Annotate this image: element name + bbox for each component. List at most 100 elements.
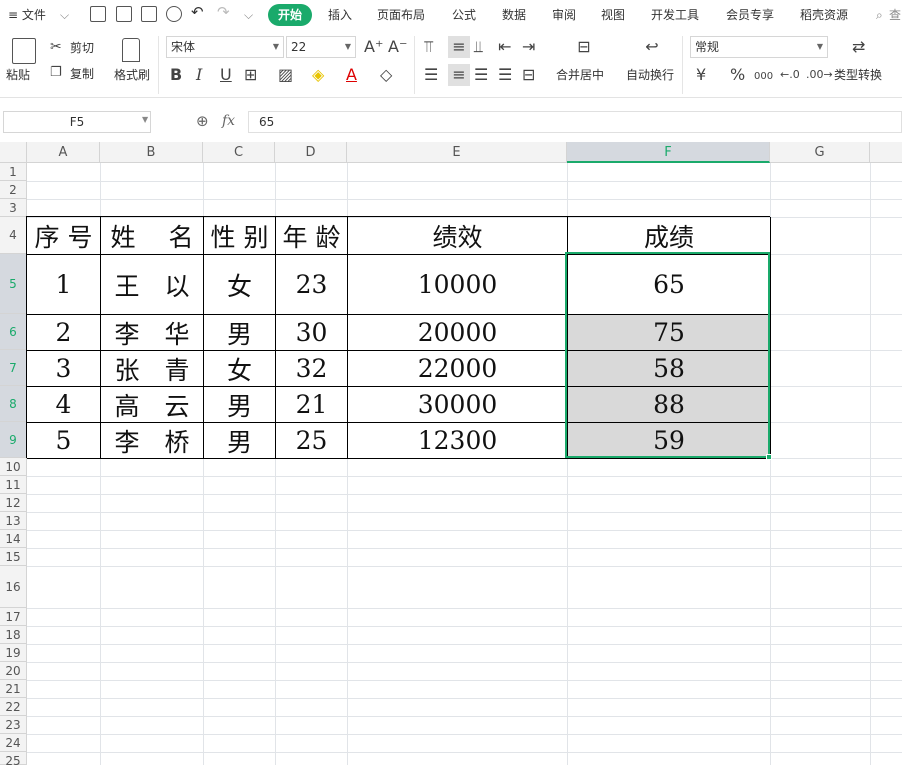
wrap-text-button[interactable]: 自动换行 bbox=[626, 68, 674, 82]
scissors-icon[interactable]: ✂ bbox=[50, 38, 62, 56]
merge-center-icon[interactable]: ⊟ bbox=[572, 38, 596, 56]
name-box[interactable]: F5 bbox=[3, 111, 151, 133]
table-cell[interactable]: 男 bbox=[204, 387, 276, 423]
column-header-b[interactable]: B bbox=[100, 142, 203, 163]
font-size-select[interactable]: 22 ▼ bbox=[286, 36, 356, 58]
table-cell[interactable]: 20000 bbox=[348, 315, 568, 351]
decimal-decrease-icon[interactable]: .00→ bbox=[806, 66, 833, 84]
tab-insert[interactable]: 插入 bbox=[328, 8, 352, 22]
fill-handle[interactable] bbox=[766, 454, 772, 460]
decimal-increase-icon[interactable]: ←.0 bbox=[780, 66, 800, 84]
column-header-a[interactable]: A bbox=[27, 142, 100, 163]
table-cell[interactable]: 女 bbox=[204, 351, 276, 387]
export-icon[interactable] bbox=[116, 6, 132, 22]
justify-icon[interactable]: ☰ bbox=[498, 66, 512, 84]
print-preview-icon[interactable] bbox=[166, 6, 182, 22]
row-header-2[interactable]: 2 bbox=[0, 181, 27, 199]
column-header-d[interactable]: D bbox=[275, 142, 347, 163]
table-cell[interactable]: 30000 bbox=[348, 387, 568, 423]
print-icon[interactable] bbox=[141, 6, 157, 22]
underline-button[interactable]: U bbox=[220, 66, 232, 84]
row-header-11[interactable]: 11 bbox=[0, 476, 27, 494]
indent-increase-icon[interactable]: ⇥ bbox=[522, 38, 535, 56]
row-header-14[interactable]: 14 bbox=[0, 530, 27, 548]
table-cell[interactable]: 2 bbox=[27, 315, 101, 351]
fill-color-icon[interactable]: ◈ bbox=[312, 66, 324, 84]
table-cell[interactable]: 12300 bbox=[348, 423, 568, 459]
number-format-select[interactable]: 常规 ▼ bbox=[690, 36, 828, 58]
save-icon[interactable] bbox=[90, 6, 106, 22]
decrease-font-icon[interactable]: A⁻ bbox=[388, 38, 407, 56]
row-header-8[interactable]: 8 bbox=[0, 386, 27, 422]
table-cell[interactable]: 男 bbox=[204, 423, 276, 459]
table-cell[interactable]: 32 bbox=[276, 351, 348, 387]
tab-developer[interactable]: 开发工具 bbox=[651, 8, 699, 22]
column-header-e[interactable]: E bbox=[347, 142, 567, 163]
customize-icon[interactable]: ⌵ bbox=[244, 8, 253, 22]
table-header-cell[interactable]: 成绩 bbox=[568, 217, 771, 255]
undo-icon[interactable]: ↶ bbox=[191, 5, 204, 20]
row-header-20[interactable]: 20 bbox=[0, 662, 27, 680]
row-header-9[interactable]: 9 bbox=[0, 422, 27, 458]
type-convert-button[interactable]: 类型转换 bbox=[834, 68, 882, 82]
redo-icon[interactable]: ↷ bbox=[217, 5, 230, 20]
row-header-1[interactable]: 1 bbox=[0, 163, 27, 181]
row-header-18[interactable]: 18 bbox=[0, 626, 27, 644]
borders-icon[interactable]: ⊞ bbox=[244, 66, 257, 84]
tab-view[interactable]: 视图 bbox=[601, 8, 625, 22]
tab-docer[interactable]: 稻壳资源 bbox=[800, 8, 848, 22]
table-cell[interactable]: 22000 bbox=[348, 351, 568, 387]
percent-button[interactable]: % bbox=[730, 66, 745, 84]
indent-decrease-icon[interactable]: ⇤ bbox=[498, 38, 511, 56]
table-cell[interactable]: 23 bbox=[276, 255, 348, 315]
bold-button[interactable]: B bbox=[170, 66, 182, 84]
selected-cell[interactable]: 75 bbox=[568, 315, 771, 351]
table-cell[interactable]: 李 华 bbox=[101, 315, 204, 351]
chevron-down-icon[interactable]: ⌵ bbox=[60, 8, 69, 22]
column-header-c[interactable]: C bbox=[203, 142, 275, 163]
copy-icon[interactable]: ❐ bbox=[50, 64, 62, 82]
zoom-icon[interactable]: ⊕ bbox=[196, 112, 209, 130]
table-cell[interactable]: 4 bbox=[27, 387, 101, 423]
table-cell[interactable]: 李 桥 bbox=[101, 423, 204, 459]
thousands-button[interactable]: 000 bbox=[754, 68, 773, 86]
align-middle-icon[interactable]: ≡ bbox=[448, 36, 470, 58]
formula-input[interactable]: 65 bbox=[248, 111, 902, 133]
chevron-down-icon[interactable]: ▼ bbox=[142, 115, 148, 124]
align-bottom-icon[interactable]: ⫫ bbox=[474, 38, 483, 56]
row-header-24[interactable]: 24 bbox=[0, 734, 27, 752]
wrap-text-icon[interactable]: ↩ bbox=[640, 38, 664, 56]
column-header-f[interactable]: F bbox=[567, 142, 770, 163]
table-cell[interactable]: 女 bbox=[204, 255, 276, 315]
tab-formulas[interactable]: 公式 bbox=[452, 8, 476, 22]
table-cell[interactable]: 5 bbox=[27, 423, 101, 459]
active-cell[interactable]: 65 bbox=[568, 255, 771, 315]
table-header-cell[interactable]: 性 别 bbox=[204, 217, 276, 255]
table-cell[interactable]: 王 以 bbox=[101, 255, 204, 315]
row-header-21[interactable]: 21 bbox=[0, 680, 27, 698]
row-header-10[interactable]: 10 bbox=[0, 458, 27, 476]
table-cell[interactable]: 高 云 bbox=[101, 387, 204, 423]
row-header-23[interactable]: 23 bbox=[0, 716, 27, 734]
table-cell[interactable]: 21 bbox=[276, 387, 348, 423]
table-header-cell[interactable]: 年 龄 bbox=[276, 217, 348, 255]
align-left-icon[interactable]: ☰ bbox=[424, 66, 438, 84]
row-header-19[interactable]: 19 bbox=[0, 644, 27, 662]
row-header-15[interactable]: 15 bbox=[0, 548, 27, 566]
table-cell[interactable]: 1 bbox=[27, 255, 101, 315]
table-cell[interactable]: 3 bbox=[27, 351, 101, 387]
row-header-25[interactable]: 25 bbox=[0, 752, 27, 765]
currency-button[interactable]: ¥ bbox=[696, 66, 706, 84]
row-header-6[interactable]: 6 bbox=[0, 314, 27, 350]
cut-button[interactable]: 剪切 bbox=[70, 41, 94, 55]
table-header-cell[interactable]: 绩效 bbox=[348, 217, 568, 255]
row-header-7[interactable]: 7 bbox=[0, 350, 27, 386]
spreadsheet-grid[interactable]: A B C D E F G 1 2 3 4 5 6 7 8 9 10 11 12… bbox=[0, 142, 902, 765]
italic-button[interactable]: I bbox=[196, 66, 202, 84]
format-painter-icon[interactable] bbox=[122, 38, 140, 62]
table-cell[interactable]: 30 bbox=[276, 315, 348, 351]
tab-page-layout[interactable]: 页面布局 bbox=[377, 8, 425, 22]
table-cell[interactable]: 10000 bbox=[348, 255, 568, 315]
tab-member[interactable]: 会员专享 bbox=[726, 8, 774, 22]
selected-cell[interactable]: 88 bbox=[568, 387, 771, 423]
